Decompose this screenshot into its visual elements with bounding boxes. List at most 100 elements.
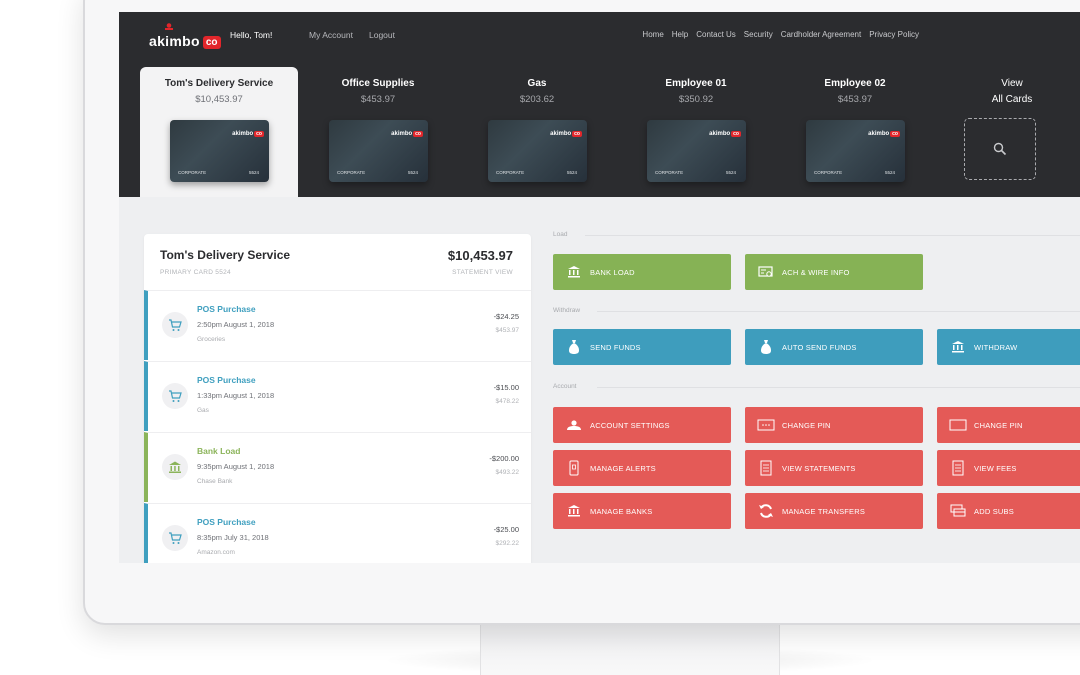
card-tab-amount: $453.97: [360, 94, 396, 105]
auto-send-funds-button[interactable]: AUTO SEND FUNDS: [745, 329, 923, 365]
logo-mark-icon: [165, 23, 173, 30]
account-settings-button[interactable]: ACCOUNT SETTINGS: [553, 407, 731, 443]
manage-banks-button[interactable]: MANAGE BANKS: [553, 493, 731, 529]
bank-hand-icon: [568, 266, 580, 278]
transaction-category: Amazon.com: [197, 549, 235, 556]
section-label-load: Load: [553, 231, 568, 238]
cart-icon: [169, 390, 182, 402]
primary-card-label: PRIMARY CARD 5524: [160, 269, 231, 276]
bank-load-button[interactable]: BANK LOAD: [553, 254, 731, 290]
card-image: akimbo co CORPORATE 5524: [488, 120, 587, 182]
card-type: CORPORATE: [496, 170, 525, 175]
nav-security[interactable]: Security: [744, 30, 773, 39]
change-pin-button-2[interactable]: CHANGE PIN: [937, 407, 1080, 443]
ach-wire-info-label: ACH & WIRE INFO: [782, 267, 850, 277]
card-tab-amount: $203.62: [519, 94, 555, 105]
card-type: CORPORATE: [814, 170, 843, 175]
document-icon: [760, 460, 772, 476]
card-last4: 5524: [248, 170, 259, 175]
section-divider: [597, 387, 1080, 388]
pin-keypad-icon: [949, 419, 967, 431]
logout-link[interactable]: Logout: [369, 30, 395, 40]
screen: akimbo co Hello, Tom! My Account Logout …: [119, 12, 1080, 563]
card-tab-name: Office Supplies: [341, 78, 415, 89]
statement-view-link[interactable]: STATEMENT VIEW: [452, 269, 513, 276]
card-last4: 5524: [725, 170, 736, 175]
view-all-box[interactable]: [964, 118, 1036, 180]
transaction-row[interactable]: POS Purchase 2:50pm August 1, 2018 Groce…: [144, 290, 531, 360]
greeting: Hello, Tom!: [230, 30, 273, 40]
card-logo: akimbo co: [232, 131, 264, 137]
money-bag-icon: [569, 340, 579, 354]
card-image: akimbo co CORPORATE 5524: [170, 120, 269, 182]
document-icon: [952, 460, 964, 476]
card-logo: akimbo co: [391, 131, 423, 137]
brand-logo[interactable]: akimbo co: [149, 23, 221, 49]
nav-home[interactable]: Home: [642, 30, 663, 39]
section-label-withdraw: Withdraw: [553, 307, 581, 314]
view-statements-label: VIEW STATEMENTS: [782, 463, 856, 473]
manage-alerts-label: MANAGE ALERTS: [590, 463, 656, 473]
transaction-amount: -$15.00: [493, 383, 519, 392]
transaction-amount: -$200.00: [489, 454, 519, 463]
send-funds-label: SEND FUNDS: [590, 342, 641, 352]
card-last4: 5524: [884, 170, 895, 175]
transaction-balance: $292.22: [495, 540, 520, 547]
card-last4: 5524: [407, 170, 418, 175]
send-funds-button[interactable]: SEND FUNDS: [553, 329, 731, 365]
top-nav: Home Help Contact Us Security Cardholder…: [642, 30, 919, 39]
transaction-time: 8:35pm July 31, 2018: [197, 533, 269, 542]
logo-text: akimbo: [149, 33, 200, 49]
cart-icon: [169, 532, 182, 544]
view-all-line1: View: [1001, 78, 1023, 89]
account-name: Tom's Delivery Service: [160, 248, 291, 262]
view-fees-button[interactable]: VIEW FEES: [937, 450, 1080, 486]
card-type: CORPORATE: [655, 170, 684, 175]
withdraw-label: WITHDRAW: [974, 342, 1018, 352]
transaction-type: POS Purchase: [197, 375, 256, 385]
auto-send-funds-label: AUTO SEND FUNDS: [782, 342, 857, 352]
transaction-row[interactable]: POS Purchase 8:35pm July 31, 2018 Amazon…: [144, 503, 531, 563]
card-image: akimbo co CORPORATE 5524: [647, 120, 746, 182]
transaction-row[interactable]: Bank Load 9:35pm August 1, 2018 Chase Ba…: [144, 432, 531, 502]
transaction-balance: $478.22: [495, 398, 520, 405]
transaction-type: POS Purchase: [197, 304, 256, 314]
view-statements-button[interactable]: VIEW STATEMENTS: [745, 450, 923, 486]
top-header: akimbo co Hello, Tom! My Account Logout …: [119, 12, 1080, 197]
cards-stack-icon: [950, 504, 966, 517]
ach-wire-info-button[interactable]: ACH & WIRE INFO: [745, 254, 923, 290]
nav-privacy-policy[interactable]: Privacy Policy: [869, 30, 919, 39]
transaction-category: Gas: [197, 407, 209, 414]
card-image: akimbo co CORPORATE 5524: [329, 120, 428, 182]
withdraw-button[interactable]: WITHDRAW: [937, 329, 1080, 365]
view-all-cards[interactable]: View All Cards: [937, 67, 1080, 180]
card-image: akimbo co CORPORATE 5524: [806, 120, 905, 182]
transaction-balance: $453.97: [495, 327, 520, 334]
search-icon: [993, 142, 1007, 156]
card-tab-office-supplies[interactable]: Office Supplies $453.97 akimbo co CORPORA…: [299, 67, 457, 197]
transaction-type: POS Purchase: [197, 517, 256, 527]
manage-transfers-button[interactable]: MANAGE TRANSFERS: [745, 493, 923, 529]
card-tab-employee-02[interactable]: Employee 02 $453.97 akimbo co CORPORATE 5…: [776, 67, 934, 197]
account-settings-label: ACCOUNT SETTINGS: [590, 420, 670, 430]
pin-keypad-icon: [757, 419, 775, 431]
card-tab-employee-01[interactable]: Employee 01 $350.92 akimbo co CORPORATE 5…: [617, 67, 775, 197]
card-tab-name: Tom's Delivery Service: [164, 78, 274, 89]
phone-alert-icon: [569, 460, 579, 476]
section-divider: [597, 311, 1080, 312]
nav-help[interactable]: Help: [672, 30, 688, 39]
add-subs-button[interactable]: ADD SUBS: [937, 493, 1080, 529]
my-account-link[interactable]: My Account: [309, 30, 353, 40]
card-tab-toms-delivery[interactable]: Tom's Delivery Service $10,453.97 akimbo…: [140, 67, 298, 197]
change-pin-button-1[interactable]: CHANGE PIN: [745, 407, 923, 443]
account-settings-icon: [567, 420, 581, 430]
transaction-time: 2:50pm August 1, 2018: [197, 320, 275, 329]
card-tab-amount: $350.92: [678, 94, 714, 105]
card-tab-amount: $10,453.97: [195, 94, 243, 105]
transaction-time: 1:33pm August 1, 2018: [197, 391, 275, 400]
transaction-row[interactable]: POS Purchase 1:33pm August 1, 2018 Gas -…: [144, 361, 531, 431]
manage-alerts-button[interactable]: MANAGE ALERTS: [553, 450, 731, 486]
nav-contact-us[interactable]: Contact Us: [696, 30, 736, 39]
card-tab-gas[interactable]: Gas $203.62 akimbo co CORPORATE 5524: [458, 67, 616, 197]
nav-cardholder-agreement[interactable]: Cardholder Agreement: [781, 30, 862, 39]
